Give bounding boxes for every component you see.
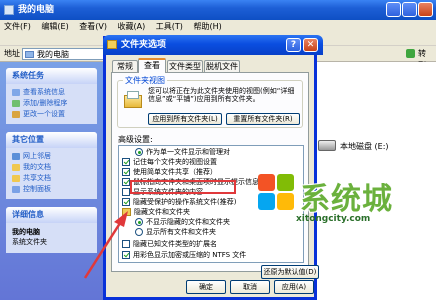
reset-all-folders-button[interactable]: 重置所有文件夹(R) — [226, 113, 300, 125]
ok-button[interactable]: 确定 — [186, 280, 226, 294]
setting-label: 显示所有文件和文件夹 — [146, 228, 216, 236]
logo-yellow-pane — [277, 193, 294, 210]
menu-tools[interactable]: 工具(T) — [156, 22, 183, 31]
logo-green-pane — [277, 174, 294, 191]
place-my-documents[interactable]: 我的文档 — [12, 162, 93, 173]
place-label: 网上邻居 — [23, 152, 51, 160]
details-title[interactable]: 详细信息 — [6, 207, 97, 223]
menu-file[interactable]: 文件(F) — [4, 22, 31, 31]
settings-icon — [12, 111, 20, 118]
dialog-close-button[interactable]: ✕ — [303, 38, 318, 52]
dialog-title: 文件夹选项 — [121, 40, 167, 50]
hard-drive-icon — [318, 140, 336, 151]
menu-bar: 文件(F) 编辑(E) 查看(V) 收藏(A) 工具(T) 帮助(H) — [0, 20, 436, 34]
task-label: 更改一个设置 — [23, 110, 65, 118]
setting-label: 记住每个文件夹的视图设置 — [133, 158, 217, 166]
setting-label: 隐藏已知文件类型的扩展名 — [133, 240, 217, 248]
help-button[interactable]: ? — [286, 38, 301, 52]
place-shared-documents[interactable]: 共享文档 — [12, 173, 93, 184]
tab-view[interactable]: 查看 — [138, 58, 166, 73]
setting-label: 使用简单文件共享（推荐） — [133, 168, 217, 176]
window-title-bar: 我的电脑 — [0, 0, 436, 20]
task-pane: 系统任务 查看系统信息 添加/删除程序 更改一个设置 其它位置 网上邻居 我的文… — [0, 62, 103, 300]
tab-general[interactable]: 常规 — [112, 60, 138, 72]
window-controls — [386, 2, 434, 18]
place-label: 共享文档 — [23, 174, 51, 182]
folder-icon — [122, 208, 131, 216]
place-label: 控制面板 — [23, 185, 51, 193]
folder-view-icon — [124, 91, 144, 109]
window-title: 我的电脑 — [18, 5, 55, 15]
watermark-text: 系统城 — [300, 182, 393, 217]
folder-options-icon — [107, 40, 117, 49]
task-label: 添加/删除程序 — [23, 99, 68, 107]
task-add-remove-programs[interactable]: 添加/删除程序 — [12, 98, 93, 109]
folder-views-group: 文件夹视图 您可以将正在为此文件夹使用的视图(例如“详细信息”或“平铺”)应用到… — [117, 75, 303, 128]
place-label: 我的文档 — [23, 163, 51, 171]
system-tasks-title[interactable]: 系统任务 — [6, 68, 97, 84]
apply-to-all-folders-button[interactable]: 应用到所有文件夹(L) — [148, 113, 222, 125]
programs-icon — [12, 100, 20, 107]
setting-label: 不显示隐藏的文件和文件夹 — [146, 218, 230, 226]
radio-button[interactable] — [135, 148, 143, 156]
task-change-setting[interactable]: 更改一个设置 — [12, 109, 93, 120]
setting-label: 用彩色显示加密或压缩的 NTFS 文件 — [133, 251, 247, 259]
go-button[interactable]: 转到 — [406, 48, 432, 70]
checkbox[interactable] — [122, 178, 130, 186]
logo-red-pane — [258, 174, 275, 191]
minimize-button[interactable] — [386, 2, 401, 17]
address-value: 我的电脑 — [37, 50, 69, 59]
task-label: 查看系统信息 — [23, 88, 65, 96]
my-computer-icon — [4, 5, 14, 15]
checkbox[interactable] — [122, 251, 130, 259]
menu-edit[interactable]: 编辑(E) — [41, 22, 68, 31]
watermark-url: xitongcity.com — [296, 214, 371, 224]
folder-views-description: 您可以将正在为此文件夹使用的视图(例如“详细信息”或“平铺”)应用到所有文件夹。 — [148, 87, 295, 103]
menu-view[interactable]: 查看(V) — [79, 22, 107, 31]
drive-label: 本地磁盘 (E:) — [340, 142, 389, 151]
other-places-title[interactable]: 其它位置 — [6, 132, 97, 148]
menu-favorites[interactable]: 收藏(A) — [118, 22, 146, 31]
maximize-button[interactable] — [402, 2, 417, 17]
dialog-title-bar: 文件夹选项 ? ✕ — [103, 35, 323, 55]
other-places-panel: 其它位置 网上邻居 我的文档 共享文档 控制面板 — [6, 132, 97, 199]
address-label: 地址 — [4, 49, 20, 58]
address-field[interactable]: 我的电脑 — [22, 48, 112, 60]
details-name: 我的电脑 — [12, 228, 40, 236]
close-button[interactable] — [418, 2, 433, 17]
place-network[interactable]: 网上邻居 — [12, 151, 93, 162]
info-icon — [12, 89, 20, 96]
advanced-settings-label: 高级设置: — [118, 135, 153, 144]
folder-icon — [12, 175, 20, 182]
folder-icon — [12, 164, 20, 171]
checkbox[interactable] — [122, 158, 130, 166]
setting-label: 作为单一文件显示和管理对 — [146, 148, 230, 156]
place-control-panel[interactable]: 控制面板 — [12, 184, 93, 195]
windows-logo-icon — [258, 174, 298, 214]
task-view-system-info[interactable]: 查看系统信息 — [12, 87, 93, 98]
computer-icon — [25, 51, 34, 58]
checkbox[interactable] — [122, 240, 130, 248]
radio-button[interactable] — [135, 228, 143, 236]
tab-file-types[interactable]: 文件类型 — [167, 60, 203, 72]
system-tasks-panel: 系统任务 查看系统信息 添加/删除程序 更改一个设置 — [6, 68, 97, 124]
watermark: 系统城 xitongcity.com — [252, 166, 434, 300]
radio-button[interactable] — [135, 218, 143, 226]
local-disk-e[interactable]: 本地磁盘 (E:) — [318, 138, 428, 158]
setting-label: 隐藏受保护的操作系统文件(推荐) — [133, 198, 237, 206]
setting-label: 隐藏文件和文件夹 — [134, 208, 190, 216]
folder-views-title: 文件夹视图 — [123, 75, 167, 86]
checkbox[interactable] — [122, 168, 130, 176]
checkbox[interactable] — [122, 198, 130, 206]
network-icon — [12, 153, 20, 160]
menu-help[interactable]: 帮助(H) — [193, 22, 221, 31]
logo-blue-pane — [258, 193, 275, 210]
setting-row[interactable]: 作为单一文件显示和管理对 — [119, 147, 299, 157]
checkbox[interactable] — [122, 188, 130, 196]
highlight-box — [130, 180, 236, 194]
tab-offline-files[interactable]: 脱机文件 — [204, 60, 240, 72]
details-panel: 详细信息 我的电脑 系统文件夹 — [6, 207, 97, 253]
control-panel-icon — [12, 186, 20, 193]
details-desc: 系统文件夹 — [12, 238, 47, 246]
